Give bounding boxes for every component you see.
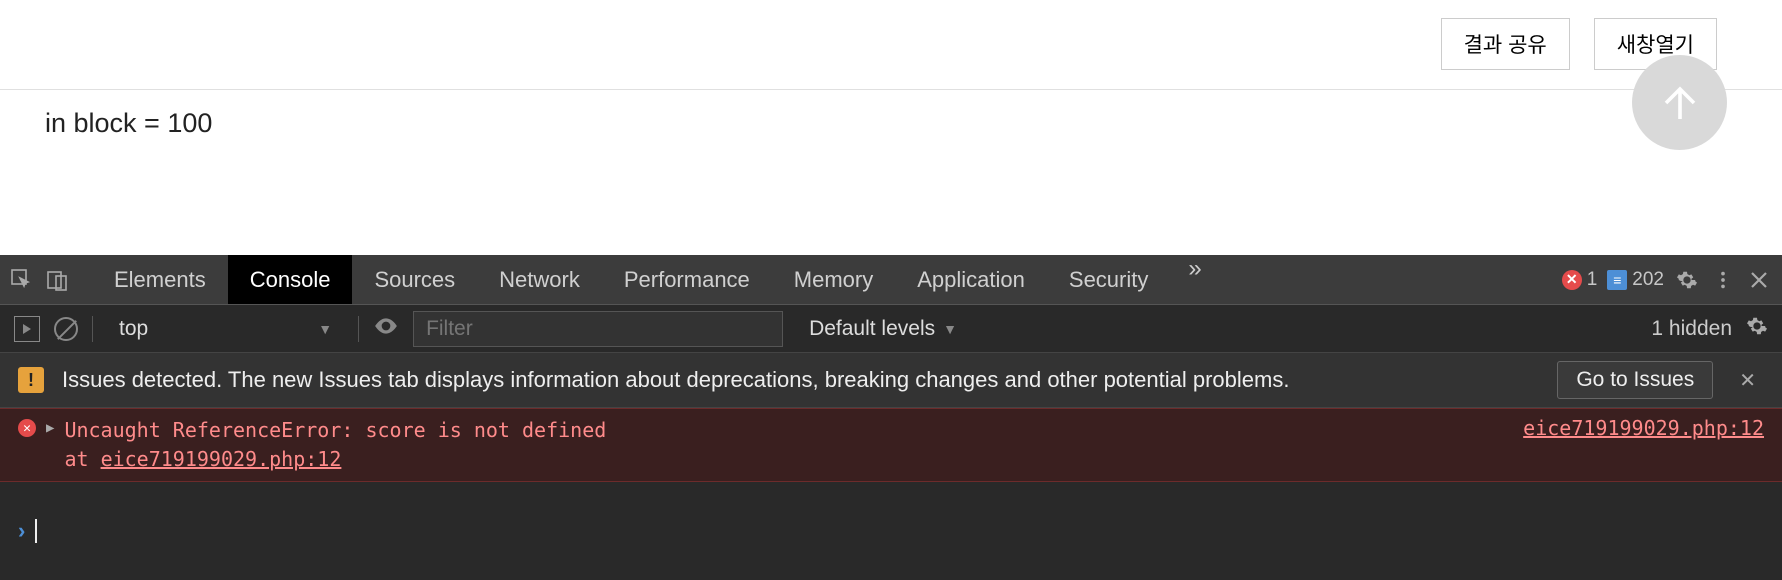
result-output-area: in block = 100	[0, 90, 1782, 255]
error-count-badge[interactable]: ✕ 1	[1562, 269, 1598, 291]
share-result-button[interactable]: 결과 공유	[1441, 18, 1570, 70]
dropdown-triangle-icon: ▼	[318, 321, 332, 337]
error-stack-prefix: at	[64, 447, 100, 471]
filter-input[interactable]	[413, 311, 783, 347]
tab-console[interactable]: Console	[228, 255, 353, 304]
devtools-tabbar-right: ✕ 1 ≡ 202	[1562, 267, 1772, 293]
result-header: 결과 공유 새창열기	[0, 0, 1782, 90]
prompt-cursor	[35, 519, 37, 543]
device-toggle-icon[interactable]	[46, 268, 70, 292]
devtools-tabbar: Elements Console Sources Network Perform…	[0, 255, 1782, 305]
warning-count-badge[interactable]: ≡ 202	[1607, 269, 1664, 291]
toolbar-divider	[358, 316, 359, 342]
log-levels-selector[interactable]: Default levels ▼	[797, 313, 969, 345]
log-levels-label: Default levels	[809, 317, 935, 341]
error-message-text: Uncaught ReferenceError: score is not de…	[64, 418, 606, 442]
devtools-inspect-icons	[10, 268, 92, 292]
error-source-link[interactable]: eice719199029.php:12	[1523, 416, 1764, 474]
error-text-block: Uncaught ReferenceError: score is not de…	[64, 416, 606, 474]
error-icon: ✕	[1562, 270, 1582, 290]
tab-security[interactable]: Security	[1047, 255, 1170, 304]
scroll-to-top-button[interactable]	[1632, 55, 1727, 150]
devtools-panel: Elements Console Sources Network Perform…	[0, 255, 1782, 580]
console-settings-icon[interactable]	[1746, 315, 1768, 343]
close-devtools-icon[interactable]	[1746, 267, 1772, 293]
error-badge-icon: ✕	[18, 419, 36, 437]
console-prompt-row[interactable]: ›	[0, 482, 1782, 580]
devtools-tabs: Elements Console Sources Network Perform…	[92, 255, 1220, 304]
hidden-messages-info: 1 hidden	[1651, 315, 1768, 343]
tab-memory[interactable]: Memory	[772, 255, 895, 304]
issue-warning-icon: !	[18, 367, 44, 393]
more-tabs-button[interactable]: »	[1170, 255, 1219, 304]
kebab-menu-icon[interactable]	[1710, 267, 1736, 293]
tab-performance[interactable]: Performance	[602, 255, 772, 304]
warning-count: 202	[1632, 269, 1664, 291]
settings-icon[interactable]	[1674, 267, 1700, 293]
console-sidebar-toggle-icon[interactable]	[14, 316, 40, 342]
context-value: top	[119, 317, 148, 341]
hidden-count-text[interactable]: 1 hidden	[1651, 317, 1732, 341]
tab-network[interactable]: Network	[477, 255, 602, 304]
arrow-up-icon	[1656, 79, 1704, 127]
console-error-row[interactable]: ✕ ▶ Uncaught ReferenceError: score is no…	[0, 408, 1782, 482]
context-selector[interactable]: top ▼	[107, 313, 344, 345]
error-count: 1	[1587, 269, 1598, 291]
issues-message: Issues detected. The new Issues tab disp…	[62, 367, 1289, 393]
clear-console-icon[interactable]	[54, 317, 78, 341]
error-stack-link[interactable]: eice719199029.php:12	[101, 447, 342, 471]
tab-elements[interactable]: Elements	[92, 255, 228, 304]
output-text: in block = 100	[45, 108, 212, 138]
prompt-caret-icon: ›	[18, 518, 25, 544]
close-issues-bar-icon[interactable]: ✕	[1731, 368, 1764, 393]
tab-application[interactable]: Application	[895, 255, 1047, 304]
toolbar-divider	[92, 316, 93, 342]
tab-sources[interactable]: Sources	[352, 255, 477, 304]
info-icon: ≡	[1607, 270, 1627, 290]
expand-triangle-icon[interactable]: ▶	[46, 420, 54, 436]
go-to-issues-button[interactable]: Go to Issues	[1557, 361, 1713, 399]
dropdown-triangle-icon: ▼	[943, 321, 957, 337]
inspect-element-icon[interactable]	[10, 268, 34, 292]
live-expression-icon[interactable]	[373, 313, 399, 345]
issues-notification-bar: ! Issues detected. The new Issues tab di…	[0, 353, 1782, 408]
console-toolbar: top ▼ Default levels ▼ 1 hidden	[0, 305, 1782, 353]
